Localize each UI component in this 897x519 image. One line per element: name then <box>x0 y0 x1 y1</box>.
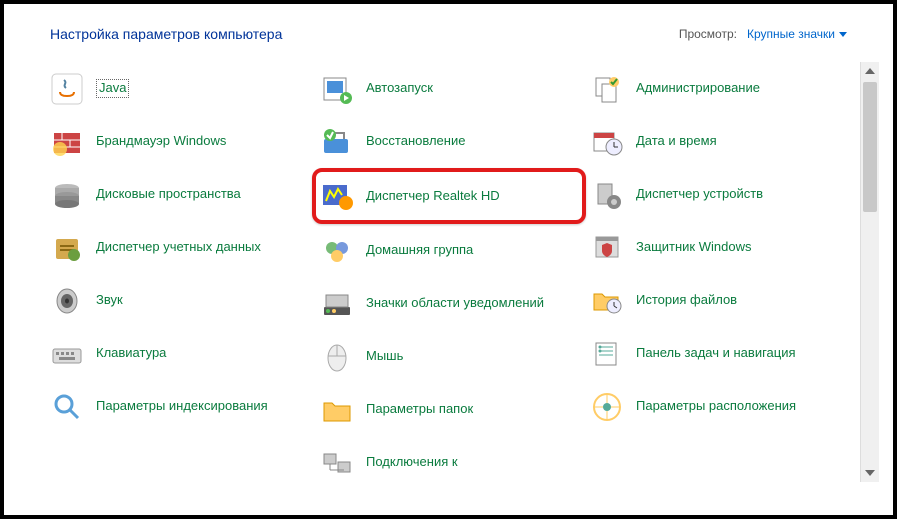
control-panel-item[interactable]: Параметры расположения <box>590 380 860 433</box>
control-panel-item[interactable]: Диспетчер учетных данных <box>50 221 320 274</box>
item-label: Автозапуск <box>366 80 433 96</box>
control-panel-item[interactable]: Защитник Windows <box>590 221 860 274</box>
indexing-icon <box>50 390 84 424</box>
control-panel-item[interactable]: Звук <box>50 274 320 327</box>
chevron-down-icon <box>839 32 847 37</box>
column: Администрирование Дата и время Диспетчер у… <box>590 62 860 482</box>
control-panel-window: { "header": { "title": "Настройка параме… <box>0 0 897 519</box>
control-panel-item[interactable]: Восстановление <box>320 115 590 168</box>
control-panel-item[interactable]: Значки области уведомлений <box>320 277 590 330</box>
control-panel-item[interactable]: Параметры индексирования <box>50 380 320 433</box>
tray-icon <box>320 287 354 321</box>
control-panel-item[interactable]: Брандмауэр Windows <box>50 115 320 168</box>
control-panel-item[interactable]: Диспетчер Realtek HD <box>320 176 572 216</box>
item-label: Подключения к <box>366 454 458 470</box>
item-label: Дисковые пространства <box>96 186 241 202</box>
storage-icon <box>50 178 84 212</box>
column: Автозапуск Восстановление Диспетчер Realte… <box>320 62 590 482</box>
header-bar: Настройка параметров компьютера Просмотр… <box>4 4 893 56</box>
control-panel-item[interactable]: Диспетчер устройств <box>590 168 860 221</box>
item-label: Значки области уведомлений <box>366 295 544 311</box>
folder-icon <box>320 393 354 427</box>
item-label: Клавиатура <box>96 345 166 361</box>
control-panel-item[interactable]: Домашняя группа <box>320 224 590 277</box>
page-title: Настройка параметров компьютера <box>50 26 282 42</box>
control-panel-item[interactable]: Мышь <box>320 330 590 383</box>
view-value: Крупные значки <box>747 27 835 41</box>
control-panel-item[interactable]: Клавиатура <box>50 327 320 380</box>
credential-icon <box>50 231 84 265</box>
column: Java Брандмауэр Windows Дисковые пространс… <box>50 62 320 482</box>
item-label: Параметры папок <box>366 401 473 417</box>
view-dropdown[interactable]: Крупные значки <box>747 27 847 41</box>
item-label: Восстановление <box>366 133 465 149</box>
item-label: Домашняя группа <box>366 242 473 258</box>
control-panel-item[interactable]: Подключения к <box>320 436 590 489</box>
icon-grid: Java Брандмауэр Windows Дисковые пространс… <box>50 62 860 482</box>
control-panel-item[interactable]: История файлов <box>590 274 860 327</box>
scrollbar[interactable] <box>860 62 879 482</box>
admin-icon <box>590 72 624 106</box>
scroll-down-button[interactable] <box>861 464 879 482</box>
scroll-thumb[interactable] <box>863 82 877 212</box>
item-label: Диспетчер устройств <box>636 186 763 202</box>
item-label: Диспетчер Realtek HD <box>366 188 500 204</box>
content-area: Java Брандмауэр Windows Дисковые пространс… <box>4 56 893 482</box>
mouse-icon <box>320 340 354 374</box>
control-panel-item[interactable]: Параметры папок <box>320 383 590 436</box>
sound-icon <box>50 284 84 318</box>
item-label: Брандмауэр Windows <box>96 133 226 149</box>
highlighted-item: Диспетчер Realtek HD <box>312 168 586 224</box>
network-icon <box>320 446 354 480</box>
datetime-icon <box>590 125 624 159</box>
item-label: История файлов <box>636 292 737 308</box>
item-label: Администрирование <box>636 80 760 96</box>
java-icon <box>50 72 84 106</box>
item-label: Java <box>96 79 129 97</box>
recovery-icon <box>320 125 354 159</box>
device-icon <box>590 178 624 212</box>
view-label: Просмотр: <box>679 27 737 41</box>
item-label: Мышь <box>366 348 403 364</box>
item-label: Дата и время <box>636 133 717 149</box>
control-panel-item[interactable]: Java <box>50 62 320 115</box>
history-icon <box>590 284 624 318</box>
control-panel-item[interactable]: Администрирование <box>590 62 860 115</box>
item-label: Защитник Windows <box>636 239 751 255</box>
control-panel-item[interactable]: Автозапуск <box>320 62 590 115</box>
control-panel-item[interactable]: Панель задач и навигация <box>590 327 860 380</box>
item-label: Параметры индексирования <box>96 398 268 414</box>
taskbar-icon <box>590 337 624 371</box>
item-label: Панель задач и навигация <box>636 345 796 361</box>
item-label: Звук <box>96 292 123 308</box>
homegroup-icon <box>320 234 354 268</box>
keyboard-icon <box>50 337 84 371</box>
defender-icon <box>590 231 624 265</box>
realtek-icon <box>320 179 354 213</box>
item-label: Диспетчер учетных данных <box>96 239 261 255</box>
autorun-icon <box>320 72 354 106</box>
item-label: Параметры расположения <box>636 398 796 414</box>
location-icon <box>590 390 624 424</box>
firewall-icon <box>50 125 84 159</box>
scroll-up-button[interactable] <box>861 62 879 80</box>
view-selector: Просмотр: Крупные значки <box>679 27 847 41</box>
control-panel-item[interactable]: Дата и время <box>590 115 860 168</box>
arrow-up-icon <box>865 68 875 74</box>
control-panel-item[interactable]: Дисковые пространства <box>50 168 320 221</box>
arrow-down-icon <box>865 470 875 476</box>
